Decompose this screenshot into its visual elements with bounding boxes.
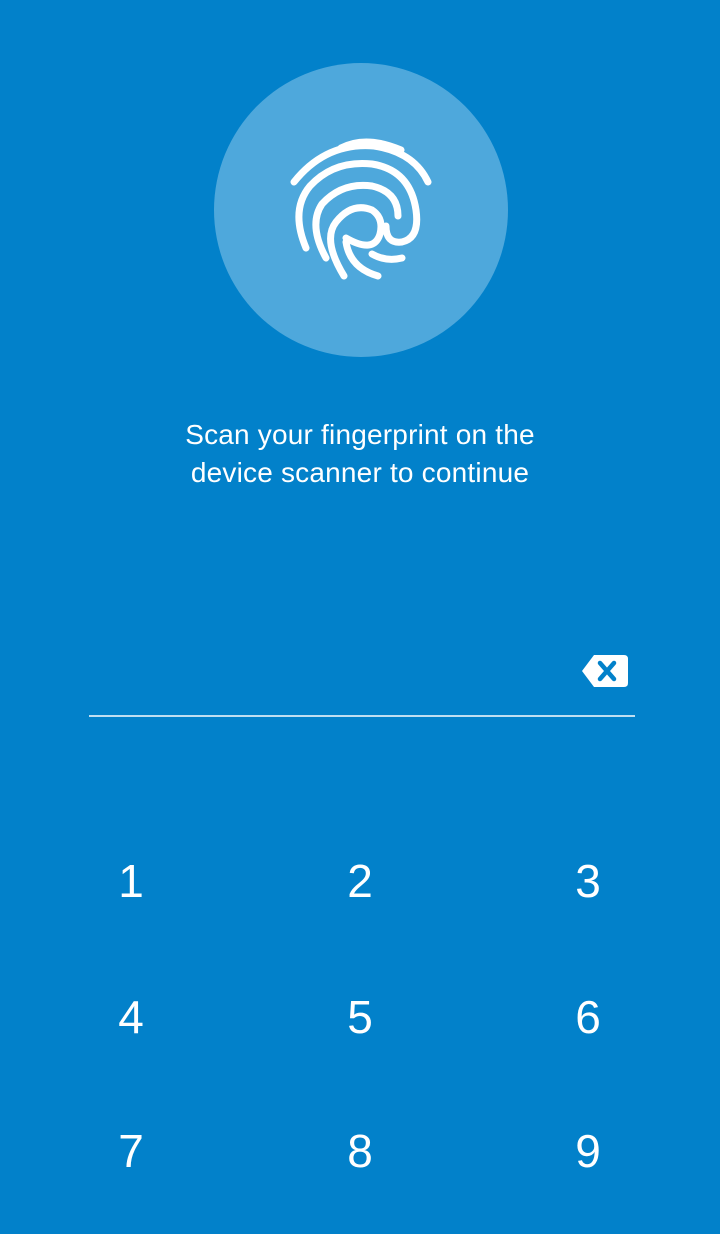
lock-screen: Scan your fingerprint on the device scan… (0, 0, 720, 1234)
prompt-line-2: device scanner to continue (190, 457, 530, 488)
fingerprint-circle (214, 63, 508, 357)
key-5[interactable]: 5 (290, 962, 430, 1072)
key-7[interactable]: 7 (61, 1096, 201, 1206)
key-2[interactable]: 2 (290, 826, 430, 936)
key-3[interactable]: 3 (518, 826, 658, 936)
key-9[interactable]: 9 (518, 1096, 658, 1206)
key-4[interactable]: 4 (61, 962, 201, 1072)
pin-field-underline (89, 715, 635, 717)
numeric-keypad: 1 2 3 4 5 6 7 8 9 (0, 812, 720, 1222)
key-8[interactable]: 8 (290, 1096, 430, 1206)
fingerprint-prompt: Scan your fingerprint on the device scan… (60, 416, 660, 492)
pin-entry-field[interactable] (89, 640, 635, 716)
key-6[interactable]: 6 (518, 962, 658, 1072)
fingerprint-icon (290, 138, 432, 280)
backspace-button[interactable] (580, 651, 630, 691)
prompt-line-1: Scan your fingerprint on the (185, 419, 535, 450)
key-1[interactable]: 1 (61, 826, 201, 936)
backspace-icon (582, 655, 628, 687)
